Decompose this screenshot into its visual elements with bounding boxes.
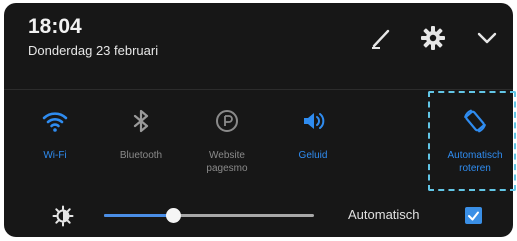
brightness-slider[interactable] <box>104 208 314 223</box>
highlight-frame <box>428 91 516 191</box>
brightness-icon <box>52 205 74 227</box>
sound-icon <box>299 107 327 135</box>
wifi-icon <box>41 107 69 135</box>
toggle-label: Bluetooth <box>119 150 163 161</box>
bluetooth-icon <box>127 107 155 135</box>
clock-time: 18:04 <box>28 15 82 38</box>
gear-icon[interactable] <box>420 25 446 51</box>
brightness-slider-fill <box>104 214 174 217</box>
chevron-down-icon[interactable] <box>474 25 500 51</box>
brightness-slider-thumb[interactable] <box>166 208 182 223</box>
header-divider <box>4 89 513 90</box>
auto-brightness-label: Automatisch <box>348 207 420 222</box>
date-label: Donderdag 23 februari <box>28 43 159 58</box>
toggle-website[interactable]: Website pagesmo <box>184 107 270 175</box>
toggle-wifi[interactable]: Wi-Fi <box>12 107 98 162</box>
toggle-label: Website pagesmo <box>206 150 248 174</box>
pencil-icon[interactable] <box>368 25 394 51</box>
website-icon <box>213 107 241 135</box>
auto-brightness-checkbox[interactable] <box>465 207 482 224</box>
toggle-sound[interactable]: Geluid <box>270 107 356 162</box>
toggle-label: Geluid <box>298 150 328 161</box>
toggle-bluetooth[interactable]: Bluetooth <box>98 107 184 162</box>
toggle-label: Wi-Fi <box>43 150 67 161</box>
